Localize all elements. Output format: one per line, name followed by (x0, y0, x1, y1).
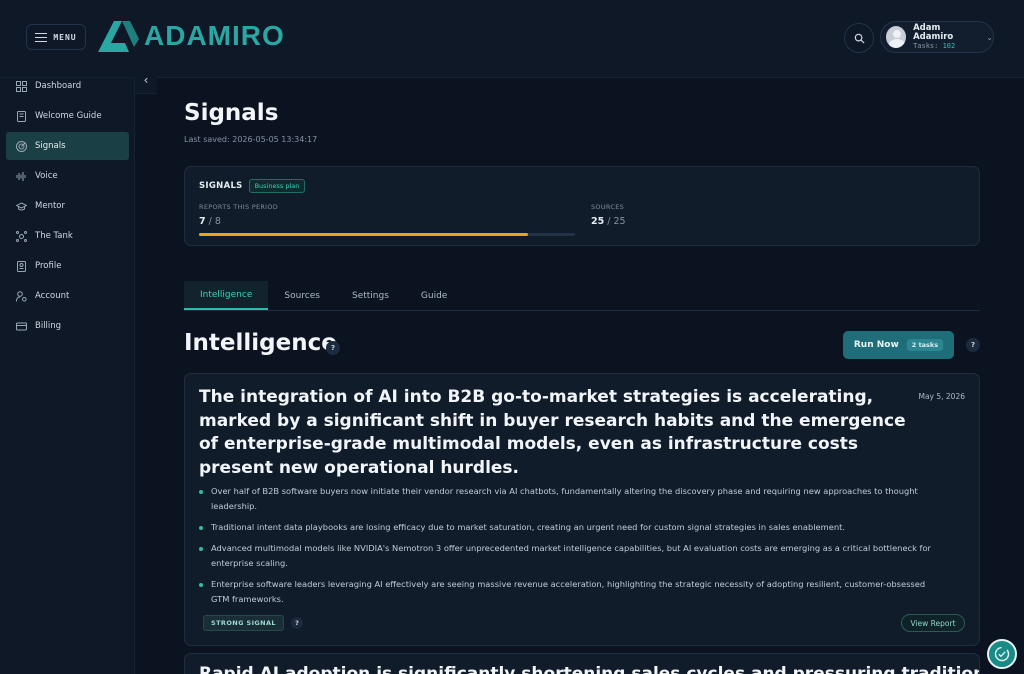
plan-label: SIGNALS (199, 181, 243, 191)
view-report-button[interactable]: View Report (901, 614, 965, 632)
sidebar-item-dashboard[interactable]: Dashboard (6, 72, 129, 100)
reports-metric: REPORTS THIS PERIOD 7 / 8 (199, 203, 278, 227)
chevron-left-icon: ‹ (143, 72, 149, 87)
list-item: Traditional intent data playbooks are lo… (199, 520, 939, 535)
help-icon[interactable]: ? (326, 341, 340, 355)
sidebar-item-label: Signals (35, 141, 66, 151)
tab-settings[interactable]: Settings (336, 281, 405, 310)
sidebar-item-voice[interactable]: Voice (6, 162, 129, 190)
waveform-icon (16, 171, 27, 182)
chevron-down-icon: ⌄ (986, 32, 993, 42)
sources-label: SOURCES (591, 203, 625, 211)
sidebar: ‹ Dashboard Welcome Guide Signals Voice … (0, 66, 157, 674)
report-title: Rapid AI adoption is significantly short… (199, 664, 980, 674)
report-title: The integration of AI into B2B go-to-mar… (199, 387, 906, 478)
signal-strength-badge: STRONG SIGNAL (203, 615, 284, 631)
reports-progress-fill (199, 233, 528, 236)
sidebar-item-label: Dashboard (35, 81, 82, 91)
sources-metric: SOURCES 25 / 25 (591, 203, 626, 227)
report-bullets: Over half of B2B software buyers now ini… (199, 484, 939, 613)
sidebar-item-billing[interactable]: Billing (6, 312, 129, 340)
reports-progress-bar (199, 233, 575, 236)
logo-text: ADAMIRO (144, 20, 285, 51)
list-item: Over half of B2B software buyers now ini… (199, 484, 939, 514)
search-button[interactable] (844, 23, 874, 53)
intelligence-report-card: The integration of AI into B2B go-to-mar… (184, 373, 980, 646)
sidebar-item-label: Voice (35, 171, 58, 181)
menu-button[interactable]: MENU (26, 24, 86, 50)
sidebar-nav: Dashboard Welcome Guide Signals Voice Me… (6, 72, 129, 342)
report-date: May 5, 2026 (918, 392, 965, 401)
refresh-check-icon (994, 646, 1010, 662)
user-gear-icon (16, 290, 27, 302)
network-icon (16, 230, 27, 242)
user-menu[interactable]: Adam Adamiro Tasks: 102 ⌄ (880, 21, 994, 53)
sidebar-item-label: Billing (35, 321, 62, 331)
book-icon (16, 110, 27, 122)
task-count-pill: 2 tasks (906, 339, 944, 351)
tab-guide[interactable]: Guide (405, 281, 463, 310)
intelligence-report-card-2: Rapid AI adoption is significantly short… (184, 653, 980, 674)
avatar (886, 26, 907, 48)
radar-icon (16, 140, 27, 152)
logo-mark-icon (98, 21, 139, 52)
sources-value: 25 / 25 (591, 216, 626, 227)
credit-card-icon (16, 321, 27, 332)
reports-value: 7 / 8 (199, 216, 221, 227)
sidebar-item-label: Account (35, 291, 70, 301)
plan-usage-card: SIGNALS Business plan REPORTS THIS PERIO… (184, 166, 980, 246)
dashboard-icon (16, 80, 27, 92)
tab-intelligence[interactable]: Intelligence (184, 281, 269, 310)
search-icon (854, 33, 865, 44)
run-now-button[interactable]: Run Now 2 tasks (843, 331, 954, 359)
sidebar-item-welcome-guide[interactable]: Welcome Guide (6, 102, 129, 130)
logo[interactable]: ADAMIRO (96, 16, 285, 56)
list-item: Enterprise software leaders leveraging A… (199, 577, 939, 607)
hamburger-icon (35, 32, 48, 42)
sidebar-item-label: Profile (35, 261, 62, 271)
plan-badge: Business plan (248, 179, 306, 193)
reports-label: REPORTS THIS PERIOD (199, 203, 279, 211)
sidebar-item-signals[interactable]: Signals (6, 132, 129, 160)
run-now-label: Run Now (853, 340, 899, 350)
run-help-icon[interactable]: ? (966, 338, 980, 352)
tab-bar: Intelligence Sources Settings Guide (184, 281, 980, 311)
profile-card-icon (16, 260, 27, 272)
sidebar-item-label: The Tank (35, 231, 73, 241)
last-saved: Last saved: 2026-05-05 13:34:17 (184, 135, 318, 144)
graduation-cap-icon (16, 201, 27, 212)
list-item: Advanced multimodal models like NVIDIA's… (199, 541, 939, 571)
sidebar-item-the-tank[interactable]: The Tank (6, 222, 129, 250)
user-name: Adam Adamiro (913, 22, 954, 43)
collapse-sidebar-button[interactable]: ‹ (135, 66, 157, 94)
sidebar-item-label: Welcome Guide (35, 111, 102, 121)
menu-label: MENU (53, 32, 77, 42)
page-title: Signals (184, 100, 279, 126)
sidebar-item-account[interactable]: Account (6, 282, 129, 310)
floating-action-button[interactable] (987, 639, 1017, 669)
sidebar-item-profile[interactable]: Profile (6, 252, 129, 280)
section-title: Intelligence (184, 330, 337, 356)
tab-sources[interactable]: Sources (268, 281, 336, 310)
signal-help-icon[interactable]: ? (291, 617, 303, 629)
sidebar-item-mentor[interactable]: Mentor (6, 192, 129, 220)
user-tasks: Tasks: 102 (913, 41, 956, 50)
sidebar-item-label: Mentor (35, 201, 65, 211)
